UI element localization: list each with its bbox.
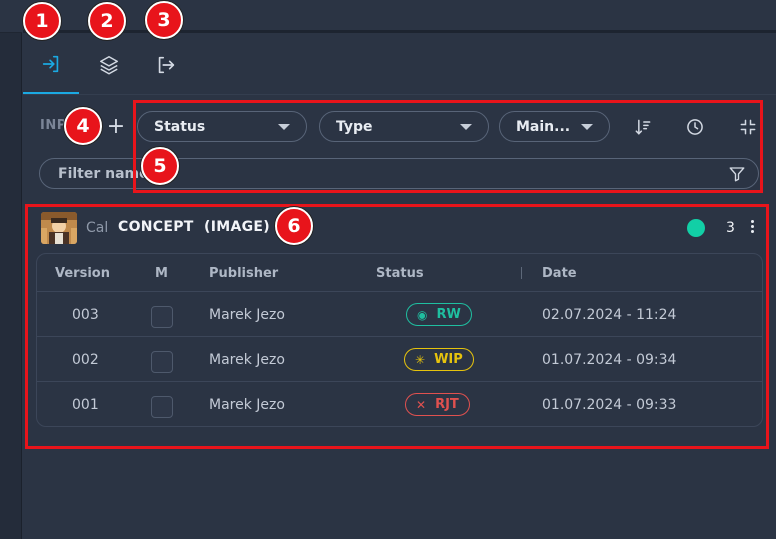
callout-6: 6 — [275, 207, 313, 245]
layers-icon — [100, 56, 118, 75]
left-edge-header — [0, 0, 22, 33]
callout-1: 1 — [23, 2, 61, 40]
add-button[interactable]: + — [104, 112, 128, 140]
tab-layers[interactable] — [81, 36, 137, 94]
callout-2: 2 — [88, 2, 126, 40]
sign-in-icon — [42, 55, 59, 73]
highlight-box-6 — [25, 204, 769, 449]
callout-3: 3 — [145, 1, 183, 39]
tab-publish[interactable] — [138, 36, 194, 94]
left-edge-panel — [0, 0, 22, 539]
callout-5: 5 — [141, 147, 179, 185]
top-bar — [23, 0, 776, 33]
tab-bar — [23, 36, 776, 94]
callout-4: 4 — [64, 107, 102, 145]
tab-loader[interactable] — [23, 36, 79, 94]
add-section-label: INP — [40, 118, 67, 133]
sign-out-icon — [158, 56, 175, 74]
highlight-box-5 — [133, 100, 763, 193]
